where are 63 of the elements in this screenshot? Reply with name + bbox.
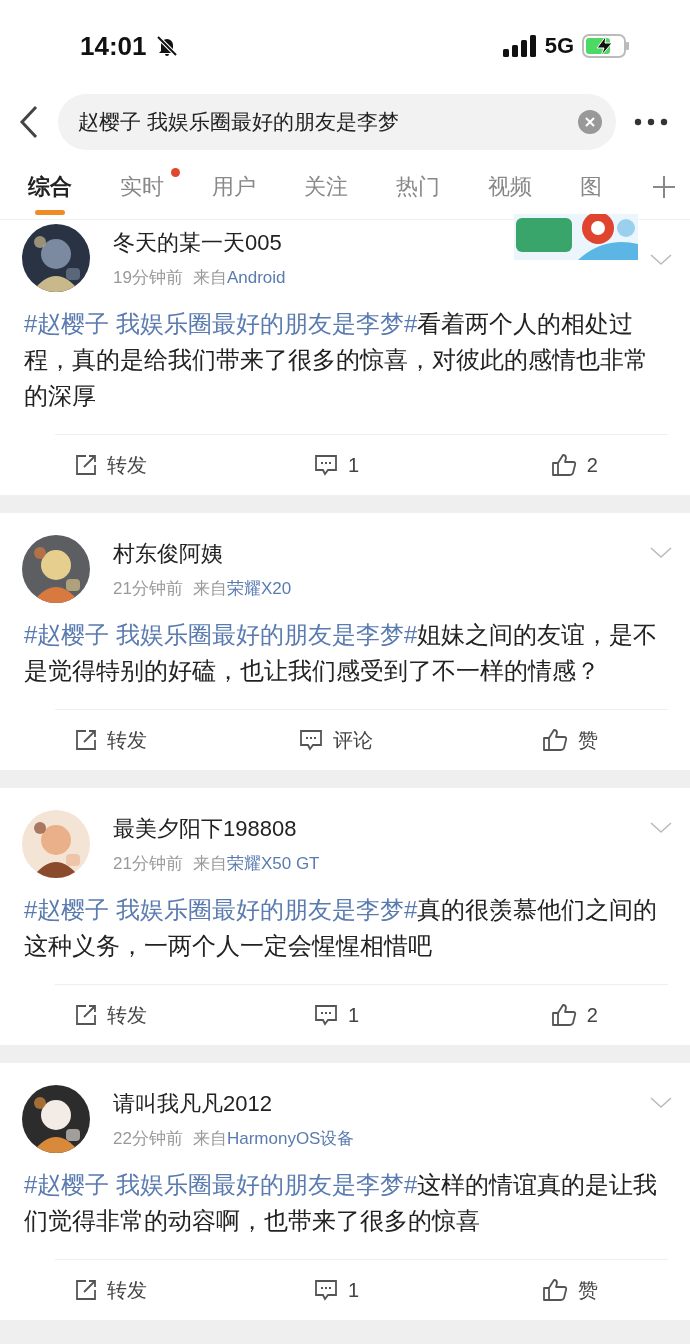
tab[interactable]: 综合 (28, 172, 120, 215)
post-time: 21分钟前 (113, 852, 183, 875)
plus-icon[interactable] (652, 174, 676, 199)
chevron-down-icon[interactable] (650, 254, 672, 266)
chevron-down-icon[interactable] (650, 1097, 672, 1109)
post-source: 来自Android (192, 266, 286, 289)
post-text: #赵樱子 我娱乐圈最好的朋友是李梦#真的很羡慕他们之间的这种义务，一两个人一定会惺惺相惜吧 (24, 895, 659, 961)
chevron-down-icon[interactable] (650, 822, 672, 834)
search-field[interactable]: 赵樱子 我娱乐圈最好的朋友是李梦 (58, 94, 616, 150)
thumbs-up-icon (542, 1278, 568, 1302)
signal-icon (502, 35, 537, 57)
back-icon[interactable] (18, 105, 40, 139)
post-source: 来自荣耀X20 (192, 577, 292, 600)
comment-icon (313, 454, 338, 476)
tab[interactable]: 图 (580, 172, 672, 215)
post-source: 来自 HarmonyOS设备 (192, 1127, 355, 1150)
hashtag-link[interactable]: #赵樱子 我娱乐圈最好的朋友是李梦# (24, 621, 418, 648)
thumbs-up-icon (550, 1003, 577, 1027)
comment-button[interactable]: 评论 (249, 726, 424, 754)
hashtag-link[interactable]: #赵樱子 我娱乐圈最好的朋友是李梦# (24, 896, 418, 923)
comment-icon (299, 729, 324, 751)
comment-icon (313, 1279, 338, 1301)
tab[interactable]: 实时 (120, 172, 212, 215)
repost-button[interactable]: 转发 (55, 451, 250, 479)
more-icon[interactable] (634, 118, 668, 126)
post-source: 来自荣耀X50 GT (192, 852, 320, 875)
post-time: 21分钟前 (113, 577, 183, 600)
user-name[interactable]: 村东俊阿姨 (113, 538, 668, 569)
post-text: #赵樱子 我娱乐圈最好的朋友是李梦#看着两个人的相处过程，真的是给我们带来了很多的惊喜，对彼此的感情也非常的深厚 (24, 309, 649, 411)
like-button[interactable]: 赞 (423, 726, 668, 754)
share-icon (75, 1279, 97, 1301)
tab[interactable]: 关注 (304, 172, 396, 215)
network-label: 5G (544, 33, 574, 59)
comment-button[interactable]: 1 (249, 1278, 424, 1302)
user-name[interactable]: 最美夕阳下198808 (113, 813, 668, 844)
post-time: 19分钟前 (113, 266, 183, 289)
like-button[interactable]: 2 (423, 1003, 668, 1027)
like-button[interactable]: 赞 (423, 1276, 668, 1304)
hashtag-link[interactable]: #赵樱子 我娱乐圈最好的朋友是李梦# (24, 310, 418, 337)
thumbs-up-icon (542, 728, 568, 752)
repost-button[interactable]: 转发 (55, 726, 250, 754)
share-icon (75, 729, 97, 751)
share-icon (75, 1004, 97, 1026)
tab[interactable]: 用户 (212, 172, 304, 215)
user-name[interactable]: 请叫我凡凡2012 (113, 1088, 668, 1119)
comment-button[interactable]: 1 (249, 453, 424, 477)
post-time: 22分钟前 (113, 1127, 183, 1150)
tab[interactable]: 热门 (396, 172, 488, 215)
repost-button[interactable]: 转发 (55, 1276, 250, 1304)
share-icon (75, 454, 97, 476)
repost-button[interactable]: 转发 (55, 1001, 250, 1029)
tab[interactable]: 视频 (488, 172, 580, 215)
like-button[interactable]: 2 (423, 453, 668, 477)
user-name[interactable]: 冬天的某一天005 (113, 227, 668, 258)
post-text: #赵樱子 我娱乐圈最好的朋友是李梦#姐妹之间的友谊，是不是觉得特别的好磕，也让我们感受到了不一样的情感？ (24, 620, 659, 686)
clear-icon[interactable] (578, 110, 602, 134)
comment-button[interactable]: 1 (249, 1003, 424, 1027)
comment-icon (313, 1004, 338, 1026)
thumbs-up-icon (550, 453, 577, 477)
post-text: #赵樱子 我娱乐圈最好的朋友是李梦#这样的情谊真的是让我们觉得非常的动容啊，也带来了很多的惊喜 (24, 1170, 659, 1236)
chevron-down-icon[interactable] (650, 547, 672, 559)
hashtag-link[interactable]: #赵樱子 我娱乐圈最好的朋友是李梦# (24, 1171, 418, 1198)
status-time: 14:01 (80, 30, 147, 62)
